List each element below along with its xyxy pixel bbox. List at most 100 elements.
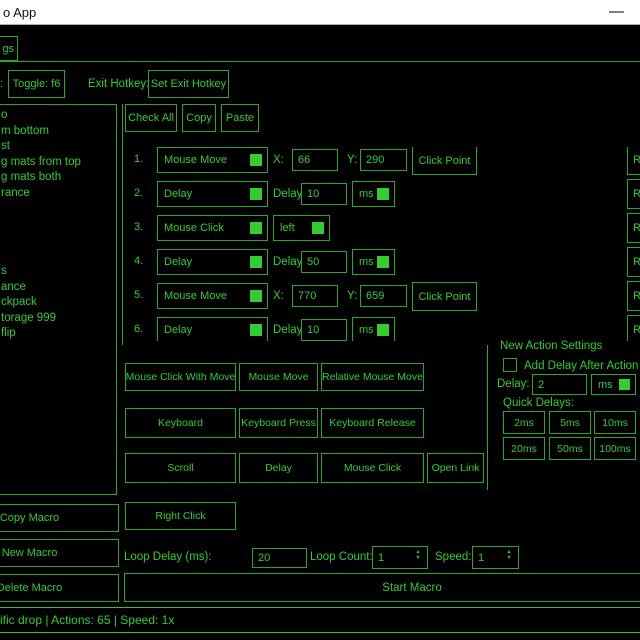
action-number: 4. <box>134 255 143 267</box>
delay-input[interactable]: 10 <box>301 183 347 205</box>
exit-hotkey-label: Exit Hotkey: <box>88 78 149 90</box>
action-type-dropdown[interactable]: Delay <box>157 249 268 275</box>
add-scroll-button[interactable]: Scroll <box>125 453 236 483</box>
macro-list-item[interactable]: s <box>0 264 116 280</box>
macro-list-item[interactable]: rance <box>0 186 116 202</box>
tab-settings[interactable]: gs <box>0 36 18 61</box>
titlebar: o App — <box>0 0 640 25</box>
action-number: 1. <box>134 153 143 165</box>
window-title: o App <box>3 5 36 20</box>
macro-list-item[interactable]: ckpack <box>0 295 116 311</box>
y-input[interactable]: 290 <box>360 149 407 171</box>
start-macro-button[interactable]: Start Macro <box>124 573 640 602</box>
delay-input[interactable]: 10 <box>301 319 347 341</box>
action-type-dropdown[interactable]: Delay <box>157 317 268 341</box>
set-exit-hotkey-button[interactable]: Set Exit Hotkey <box>148 70 229 98</box>
dropdown-indicator-icon <box>250 290 262 302</box>
click-point-button[interactable]: Click Point <box>412 147 477 175</box>
action-type-dropdown[interactable]: Mouse Move <box>157 283 268 309</box>
add-mouse-click-with-move-button[interactable]: Mouse Click With Move <box>125 363 236 391</box>
add-mouse-move-button[interactable]: Mouse Move <box>239 363 318 391</box>
remove-action-button[interactable]: R <box>627 179 640 209</box>
action-type-value: Mouse Click <box>164 222 224 234</box>
spinner-down-icon[interactable]: ▾ <box>507 555 510 561</box>
delay-label: Delay <box>273 188 302 200</box>
add-keyboard-button[interactable]: Keyboard <box>125 408 236 438</box>
unit-value: ms <box>359 256 374 268</box>
remove-action-button[interactable]: R <box>627 147 640 175</box>
toggle-hotkey-button[interactable]: Toggle: f6 <box>8 70 65 98</box>
quick-delay-50ms-button[interactable]: 50ms <box>549 437 591 460</box>
delete-macro-button[interactable]: Delete Macro <box>0 574 119 602</box>
quick-delay-5ms-button[interactable]: 5ms <box>549 411 591 434</box>
macro-list-item[interactable]: g mats from top <box>0 155 116 171</box>
new-macro-button[interactable]: New Macro <box>0 539 119 567</box>
click-point-button[interactable]: Click Point <box>412 282 477 311</box>
add-relative-mouse-move-button[interactable]: Relative Mouse Move <box>321 363 424 391</box>
speed-stepper[interactable]: 1 ▴ ▾ <box>472 546 519 569</box>
dropdown-indicator-icon <box>619 379 630 390</box>
y-input[interactable]: 659 <box>360 285 407 307</box>
mouse-button-dropdown[interactable]: left <box>273 215 330 241</box>
copy-macro-button[interactable]: Copy Macro <box>0 504 119 532</box>
copy-button[interactable]: Copy <box>182 104 216 132</box>
macro-list[interactable]: o m bottom st g mats from top g mats bot… <box>0 104 117 495</box>
settings-unit-dropdown[interactable]: ms <box>591 374 636 395</box>
minimize-icon[interactable]: — <box>609 2 624 22</box>
x-input[interactable]: 66 <box>292 149 338 171</box>
spinner-icons[interactable]: ▴ ▾ <box>504 549 514 561</box>
macro-list-item[interactable]: flip <box>0 326 116 342</box>
add-open-link-button[interactable]: Open Link <box>427 453 484 483</box>
add-keyboard-press-button[interactable]: Keyboard Press <box>239 408 318 438</box>
loop-count-label: Loop Count: <box>310 551 373 563</box>
macro-list-item[interactable]: m bottom <box>0 124 116 140</box>
remove-action-button[interactable]: R <box>627 213 640 243</box>
quick-delay-10ms-button[interactable]: 10ms <box>594 411 636 434</box>
y-label: Y: <box>347 154 357 166</box>
add-right-click-button[interactable]: Right Click <box>125 502 236 530</box>
action-number: 6. <box>134 323 143 335</box>
x-input[interactable]: 770 <box>292 285 338 307</box>
macro-list-item[interactable]: st <box>0 139 116 155</box>
add-mouse-click-button[interactable]: Mouse Click <box>321 453 424 483</box>
spinner-down-icon[interactable]: ▾ <box>416 555 419 561</box>
quick-delay-100ms-button[interactable]: 100ms <box>594 437 636 460</box>
quick-delay-20ms-button[interactable]: 20ms <box>503 437 545 460</box>
x-label: X: <box>273 290 284 302</box>
check-all-button[interactable]: Check All <box>125 104 177 132</box>
dropdown-indicator-icon <box>250 256 262 268</box>
actions-list[interactable]: 1. Mouse Move X: 66 Y: 290 Click Point R… <box>125 147 640 341</box>
quick-delay-2ms-button[interactable]: 2ms <box>503 411 545 434</box>
paste-button[interactable]: Paste <box>221 104 259 132</box>
unit-dropdown[interactable]: ms <box>352 317 395 341</box>
macro-list-item[interactable] <box>0 248 116 264</box>
add-delay-checkbox[interactable] <box>503 358 517 372</box>
remove-action-button[interactable]: R <box>627 315 640 341</box>
remove-action-button[interactable]: R <box>627 281 640 311</box>
action-type-dropdown[interactable]: Mouse Click <box>157 215 268 241</box>
macro-list-item[interactable] <box>0 233 116 249</box>
delay-input[interactable]: 50 <box>301 251 347 273</box>
macro-list-item[interactable]: g mats both <box>0 170 116 186</box>
macro-list-item[interactable] <box>0 202 116 218</box>
quick-delays-label: Quick Delays: <box>503 397 574 409</box>
macro-list-item[interactable] <box>0 217 116 233</box>
macro-list-item[interactable]: torage 999 <box>0 311 116 327</box>
action-row: 1. Mouse Move X: 66 Y: 290 Click Point R <box>125 147 640 177</box>
action-type-value: Mouse Move <box>164 154 227 166</box>
action-row: 2. Delay Delay 10 ms R <box>125 181 640 211</box>
speed-label: Speed: <box>435 551 471 563</box>
unit-dropdown[interactable]: ms <box>352 181 395 207</box>
action-type-dropdown[interactable]: Delay <box>157 181 268 207</box>
macro-list-item[interactable]: ance <box>0 280 116 296</box>
loop-count-stepper[interactable]: 1 ▴ ▾ <box>372 546 428 569</box>
spinner-icons[interactable]: ▴ ▾ <box>413 549 423 561</box>
action-type-dropdown[interactable]: Mouse Move <box>157 147 268 173</box>
add-delay-button[interactable]: Delay <box>239 453 318 483</box>
settings-delay-input[interactable]: 2 <box>532 374 587 395</box>
remove-action-button[interactable]: R <box>627 247 640 277</box>
add-keyboard-release-button[interactable]: Keyboard Release <box>321 408 424 438</box>
loop-delay-input[interactable]: 20 <box>252 548 307 568</box>
unit-dropdown[interactable]: ms <box>352 249 395 275</box>
macro-list-item[interactable]: o <box>0 108 116 124</box>
